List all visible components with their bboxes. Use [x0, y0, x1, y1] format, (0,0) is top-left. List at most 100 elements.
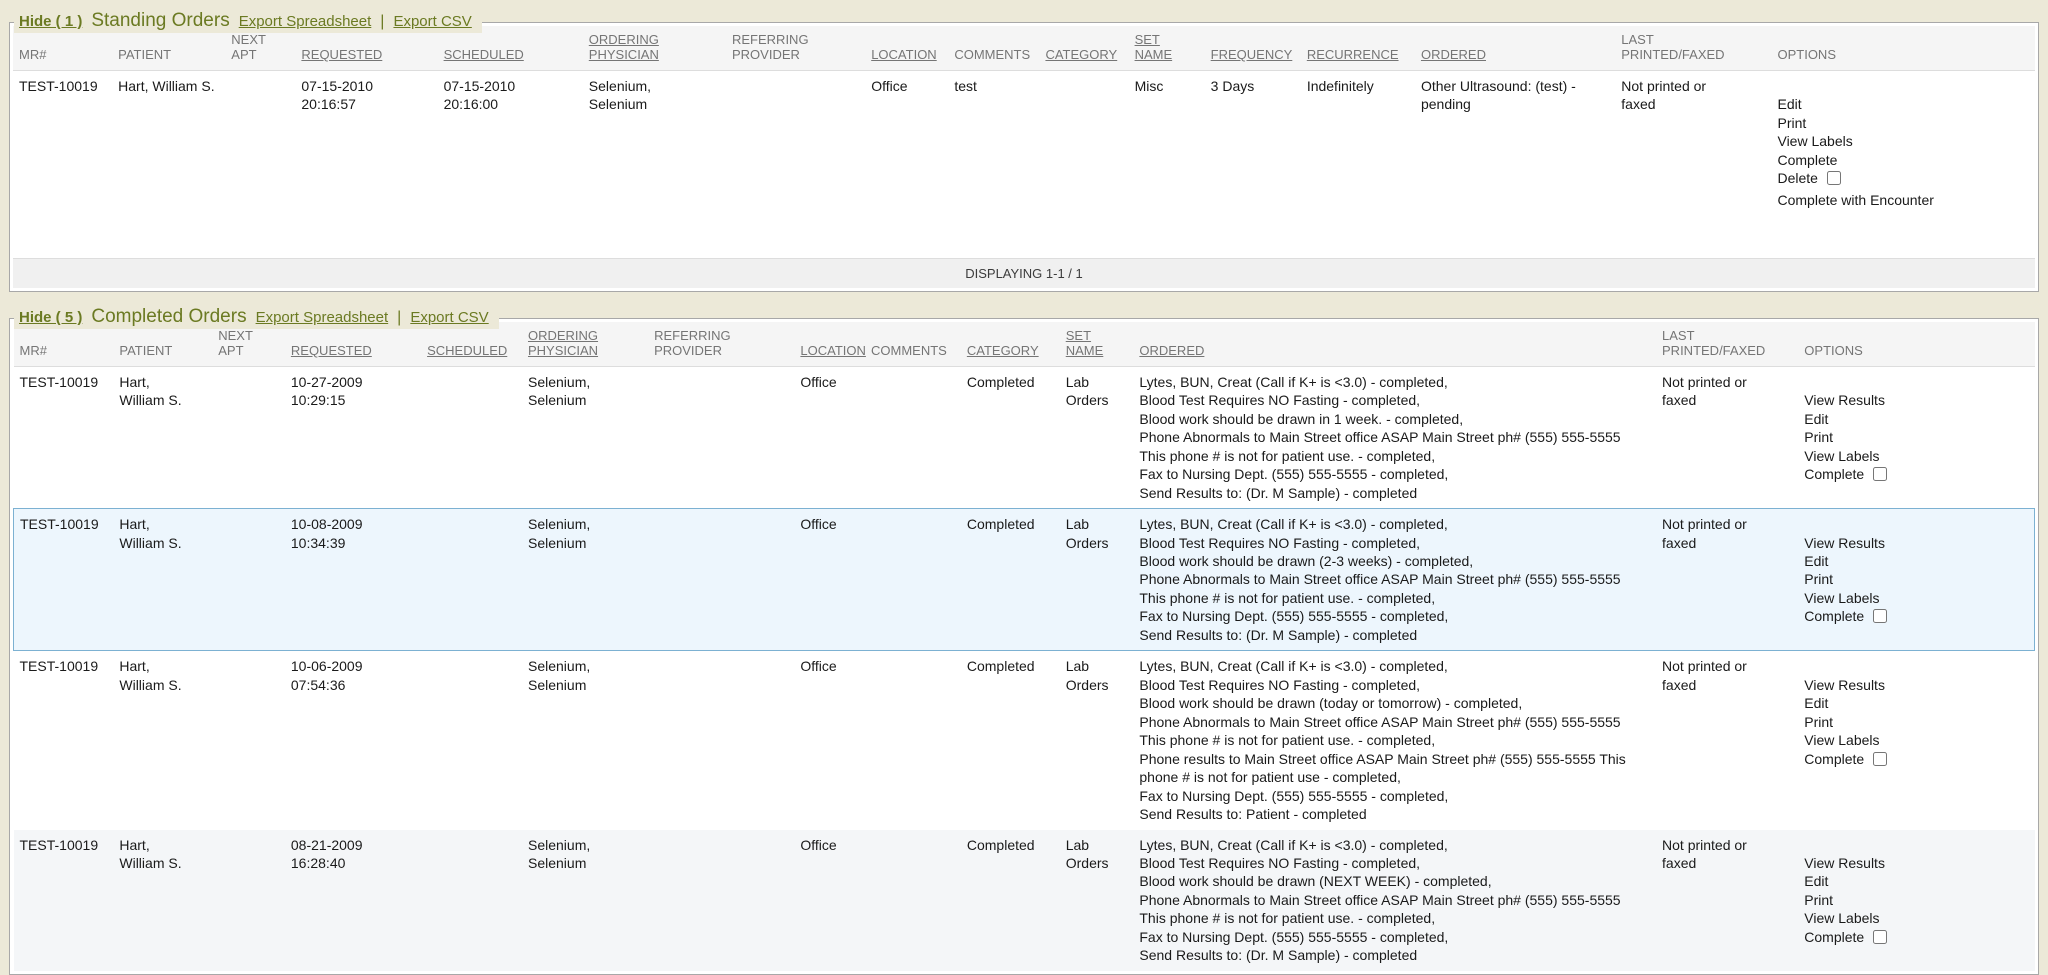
print-link[interactable]: Print	[1804, 714, 1833, 730]
cell-scheduled: 07-15-2010 20:16:00	[438, 71, 583, 258]
col-ordered[interactable]: ORDERED	[1415, 26, 1615, 71]
col-referring-provider: REFERRING PROVIDER	[648, 322, 794, 367]
col-frequency[interactable]: FREQUENCY	[1205, 26, 1301, 71]
col-ordering-physician[interactable]: ORDERING PHYSICIAN	[522, 322, 648, 367]
print-link[interactable]: Print	[1804, 892, 1833, 908]
cell-patient: Hart, William S.	[112, 71, 225, 258]
cell-location: Office	[794, 509, 865, 651]
cell-set-name: Misc	[1129, 71, 1205, 258]
cell-ordering-physician: Selenium, Selenium	[583, 71, 726, 258]
cell-requested: 10-27-2009 10:29:15	[285, 366, 421, 508]
col-last-printed-faxed: LAST PRINTED/FAXED	[1615, 26, 1771, 71]
order-checkbox[interactable]	[1873, 752, 1887, 766]
complete-with-encounter-link[interactable]: Complete with Encounter	[1777, 191, 2029, 209]
cell-next-apt	[212, 830, 285, 971]
col-ordered[interactable]: ORDERED	[1133, 322, 1656, 367]
cell-set-name: Lab Orders	[1060, 366, 1134, 508]
view-labels-link[interactable]: View Labels	[1804, 910, 1879, 926]
complete-link[interactable]: Complete	[1804, 466, 1864, 482]
cell-mr: TEST-10019	[14, 651, 114, 830]
cell-ordered: Lytes, BUN, Creat (Call if K+ is <3.0) -…	[1133, 830, 1656, 971]
edit-link[interactable]: Edit	[1804, 695, 1828, 711]
cell-next-apt	[225, 71, 295, 258]
complete-link[interactable]: Complete	[1804, 608, 1864, 624]
col-options: OPTIONS	[1798, 322, 2034, 367]
view-labels-link[interactable]: View Labels	[1804, 590, 1879, 606]
edit-link[interactable]: Edit	[1804, 553, 1828, 569]
cell-referring-provider	[726, 71, 865, 258]
edit-link[interactable]: Edit	[1804, 411, 1828, 427]
cell-location: Office	[794, 651, 865, 830]
complete-link[interactable]: Complete	[1804, 751, 1864, 767]
table-row: TEST-10019 Hart, William S. 07-15-2010 2…	[13, 71, 2035, 258]
cell-last-printed-faxed: Not printed or faxed	[1656, 830, 1798, 971]
cell-location: Office	[794, 830, 865, 971]
table-row: TEST-10019 Hart, William S. 08-21-2009 1…	[14, 830, 2035, 971]
completed-export-spreadsheet-link[interactable]: Export Spreadsheet	[256, 309, 389, 328]
cell-patient: Hart, William S.	[113, 651, 212, 830]
cell-comments	[865, 830, 961, 971]
hide-standing-orders-link[interactable]: Hide ( 1 )	[19, 13, 82, 32]
cell-ordered: Lytes, BUN, Creat (Call if K+ is <3.0) -…	[1133, 509, 1656, 651]
view-results-link[interactable]: View Results	[1804, 855, 1885, 871]
cell-ordered: Lytes, BUN, Creat (Call if K+ is <3.0) -…	[1133, 366, 1656, 508]
cell-last-printed-faxed: Not printed or faxed	[1656, 651, 1798, 830]
col-location[interactable]: LOCATION	[794, 322, 865, 367]
cell-ordering-physician: Selenium, Selenium	[522, 651, 648, 830]
col-ordering-physician[interactable]: ORDERING PHYSICIAN	[583, 26, 726, 71]
col-set-name[interactable]: SET NAME	[1129, 26, 1205, 71]
order-checkbox[interactable]	[1873, 467, 1887, 481]
cell-referring-provider	[648, 509, 794, 651]
print-link[interactable]: Print	[1804, 571, 1833, 587]
cell-mr: TEST-10019	[14, 830, 114, 971]
cell-options: Edit Print View Labels Complete Delete C…	[1771, 71, 2035, 258]
order-checkbox[interactable]	[1827, 171, 1841, 185]
view-labels-link[interactable]: View Labels	[1777, 133, 1852, 149]
cell-set-name: Lab Orders	[1060, 509, 1134, 651]
cell-category: Completed	[961, 651, 1060, 830]
col-category[interactable]: CATEGORY	[1039, 26, 1128, 71]
standing-export-csv-link[interactable]: Export CSV	[393, 13, 471, 32]
delete-link[interactable]: Delete	[1777, 170, 1817, 186]
cell-comments: test	[948, 71, 1039, 258]
col-category[interactable]: CATEGORY	[961, 322, 1060, 367]
cell-patient: Hart, William S.	[113, 366, 212, 508]
hide-completed-orders-link[interactable]: Hide ( 5 )	[19, 309, 82, 328]
standing-orders-table: MR# PATIENT NEXT APT REQUESTED SCHEDULED…	[13, 26, 2035, 258]
completed-export-csv-link[interactable]: Export CSV	[410, 309, 488, 328]
cell-category: Completed	[961, 366, 1060, 508]
edit-link[interactable]: Edit	[1777, 96, 1801, 112]
cell-ordering-physician: Selenium, Selenium	[522, 366, 648, 508]
view-labels-link[interactable]: View Labels	[1804, 448, 1879, 464]
view-labels-link[interactable]: View Labels	[1804, 732, 1879, 748]
print-link[interactable]: Print	[1804, 429, 1833, 445]
cell-patient: Hart, William S.	[113, 830, 212, 971]
cell-scheduled	[421, 651, 522, 830]
standing-export-spreadsheet-link[interactable]: Export Spreadsheet	[239, 13, 372, 32]
complete-link[interactable]: Complete	[1804, 929, 1864, 945]
col-set-name[interactable]: SET NAME	[1060, 322, 1134, 367]
complete-link[interactable]: Complete	[1777, 152, 1837, 168]
print-link[interactable]: Print	[1777, 115, 1806, 131]
view-results-link[interactable]: View Results	[1804, 535, 1885, 551]
cell-frequency: 3 Days	[1205, 71, 1301, 258]
cell-recurrence: Indefinitely	[1301, 71, 1415, 258]
cell-scheduled	[421, 830, 522, 971]
cell-requested: 10-06-2009 07:54:36	[285, 651, 421, 830]
edit-link[interactable]: Edit	[1804, 873, 1828, 889]
cell-next-apt	[212, 366, 285, 508]
cell-patient: Hart, William S.	[113, 509, 212, 651]
cell-options: View Results Edit Print View Labels Comp…	[1798, 366, 2034, 508]
cell-scheduled	[421, 366, 522, 508]
cell-options: View Results Edit Print View Labels Comp…	[1798, 830, 2034, 971]
cell-location: Office	[794, 366, 865, 508]
col-recurrence[interactable]: RECURRENCE	[1301, 26, 1415, 71]
completed-orders-table: MR# PATIENT NEXT APT REQUESTED SCHEDULED…	[13, 322, 2035, 971]
view-results-link[interactable]: View Results	[1804, 392, 1885, 408]
order-checkbox[interactable]	[1873, 930, 1887, 944]
order-checkbox[interactable]	[1873, 609, 1887, 623]
view-results-link[interactable]: View Results	[1804, 677, 1885, 693]
cell-category: Completed	[961, 830, 1060, 971]
cell-category: Completed	[961, 509, 1060, 651]
col-location[interactable]: LOCATION	[865, 26, 948, 71]
